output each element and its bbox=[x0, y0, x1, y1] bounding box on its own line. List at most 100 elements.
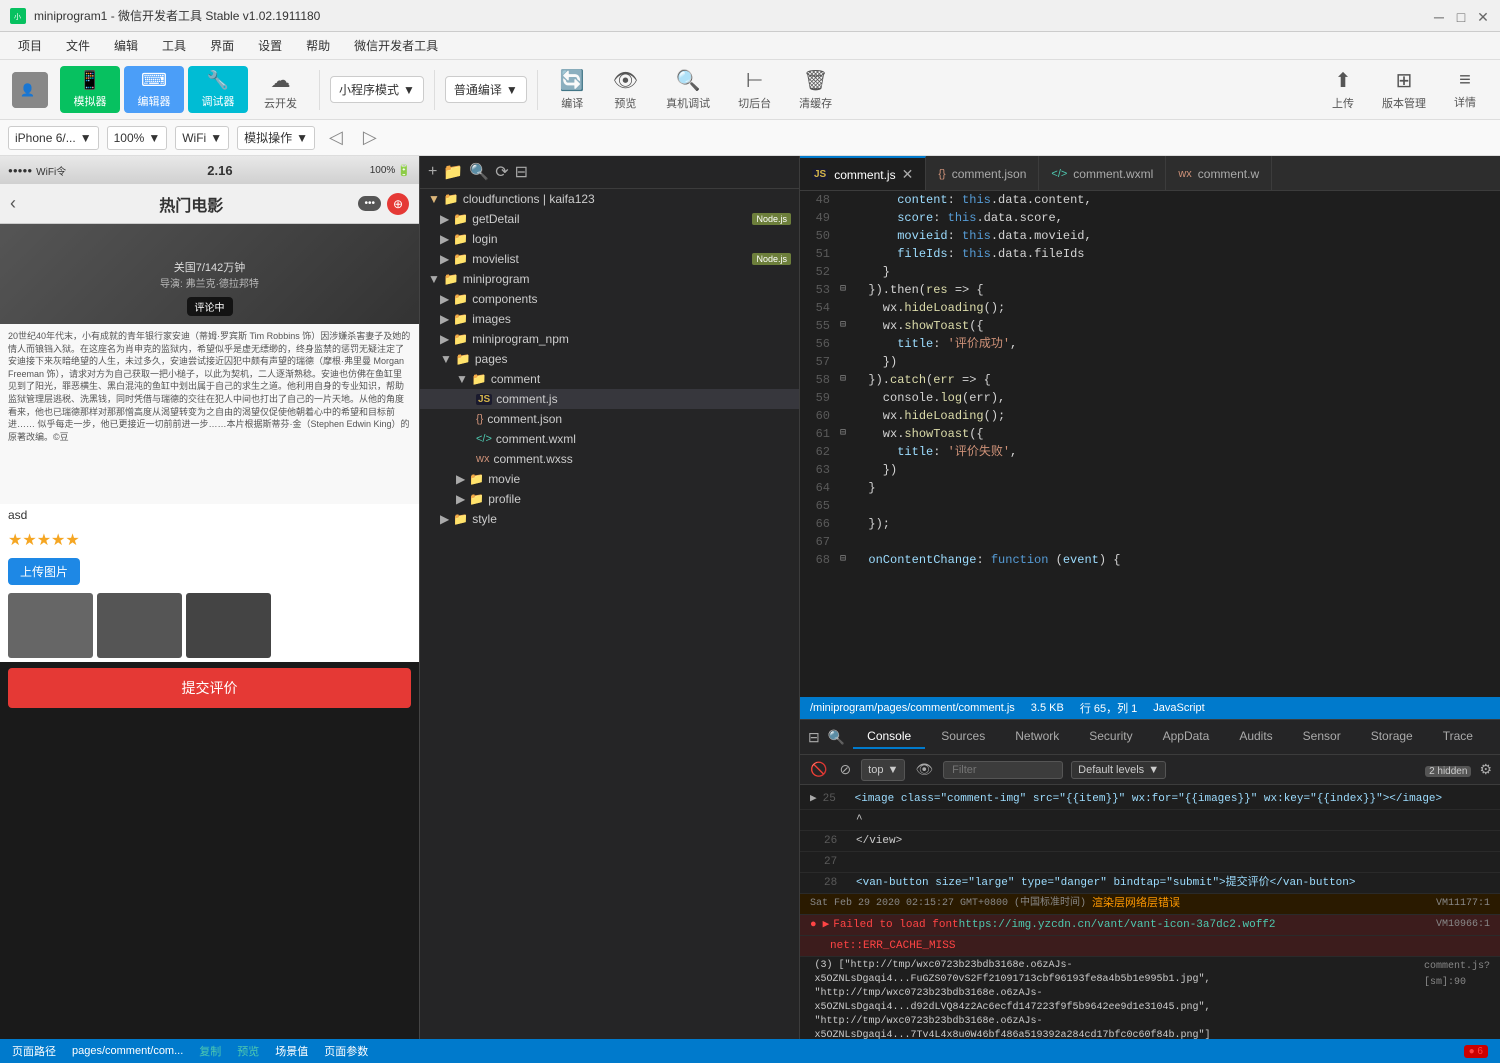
tab-trace[interactable]: Trace bbox=[1429, 725, 1487, 749]
maximize-button[interactable]: □ bbox=[1454, 9, 1468, 23]
hidden-badge: 2 hidden bbox=[1425, 766, 1471, 777]
file-comment-wxss[interactable]: wx comment.wxss bbox=[420, 449, 799, 469]
upload-button[interactable]: ⬆ 上传 bbox=[1320, 64, 1366, 115]
tab-comment-wxml[interactable]: </> comment.wxml bbox=[1039, 156, 1166, 191]
add-file-btn[interactable]: + bbox=[428, 163, 437, 181]
eye-icon[interactable]: 👁 bbox=[913, 759, 935, 780]
mode-dropdown[interactable]: 小程序模式 ▼ bbox=[330, 76, 424, 103]
file-components[interactable]: ▶ 📁 components bbox=[420, 289, 799, 309]
real-debug-button[interactable]: 🔍 真机调试 bbox=[654, 64, 722, 115]
collapse-files-btn[interactable]: ⊟ bbox=[515, 162, 528, 182]
prev-page-btn[interactable]: ◁ bbox=[323, 125, 349, 150]
debug-button[interactable]: 🔧 调试器 bbox=[188, 66, 248, 113]
clear-console-btn[interactable]: 🚫 bbox=[808, 759, 829, 780]
detail-icon: ≡ bbox=[1459, 69, 1471, 92]
file-movielist[interactable]: ▶ 📁 movielist Node.js bbox=[420, 249, 799, 269]
window-controls[interactable]: ─ □ ✕ bbox=[1432, 9, 1490, 23]
star-rating: ★★★★★ bbox=[0, 526, 419, 554]
font-url[interactable]: https://img.yzcdn.cn/vant/vant-icon-3a7d… bbox=[959, 917, 1276, 933]
minimize-button[interactable]: ─ bbox=[1432, 9, 1446, 23]
miniprogram-folder[interactable]: ▼ 📁 miniprogram bbox=[420, 269, 799, 289]
cut-bg-button[interactable]: ⊢ 切后台 bbox=[726, 64, 783, 115]
compile-button[interactable]: 🔄 编译 bbox=[548, 64, 597, 115]
code-line-60: 60 wx.hideLoading(); bbox=[800, 407, 1500, 425]
sim-ops-dropdown[interactable]: 模拟操作 ▼ bbox=[237, 126, 315, 150]
cloud-button[interactable]: ☁ 云开发 bbox=[252, 64, 309, 115]
tab-comment-json[interactable]: {} comment.json bbox=[926, 156, 1039, 191]
devtools-inspect[interactable]: 🔍 bbox=[828, 729, 845, 746]
submit-button[interactable]: 提交评价 bbox=[8, 668, 411, 708]
file-pages[interactable]: ▼ 📁 pages bbox=[420, 349, 799, 369]
tab-network[interactable]: Network bbox=[1001, 725, 1073, 749]
file-login[interactable]: ▶ 📁 login bbox=[420, 229, 799, 249]
login-label: login bbox=[472, 232, 497, 246]
clear-cache-button[interactable]: 🗑 清缓存 bbox=[787, 64, 844, 115]
root-folder[interactable]: ▼ 📁 cloudfunctions | kaifa123 bbox=[420, 189, 799, 209]
upload-button[interactable]: 上传图片 bbox=[8, 558, 80, 585]
tab-close-icon[interactable]: ✕ bbox=[902, 166, 914, 183]
preview-btn[interactable]: 预览 bbox=[237, 1043, 259, 1059]
file-comment-js[interactable]: JS comment.js bbox=[420, 389, 799, 409]
menu-edit[interactable]: 编辑 bbox=[104, 33, 148, 58]
tab-sensor[interactable]: Sensor bbox=[1289, 725, 1355, 749]
tab-storage[interactable]: Storage bbox=[1357, 725, 1427, 749]
devtools-toggle[interactable]: ⊟ bbox=[808, 729, 820, 746]
network-dropdown[interactable]: WiFi ▼ bbox=[175, 126, 229, 150]
menu-tools[interactable]: 工具 bbox=[152, 33, 196, 58]
search-files-btn[interactable]: 🔍 bbox=[469, 162, 489, 182]
tab-wxml[interactable]: Wxml bbox=[1489, 725, 1500, 749]
menu-interface[interactable]: 界面 bbox=[200, 33, 244, 58]
expand-arrow[interactable]: ▶ bbox=[810, 791, 817, 807]
console-settings-btn[interactable]: ⚙ bbox=[1479, 761, 1492, 778]
file-movie[interactable]: ▶ 📁 movie bbox=[420, 469, 799, 489]
stars[interactable]: ★★★★★ bbox=[8, 532, 80, 549]
menu-help[interactable]: 帮助 bbox=[296, 33, 340, 58]
menu-wechat-devtools[interactable]: 微信开发者工具 bbox=[344, 33, 448, 58]
next-page-btn[interactable]: ▷ bbox=[357, 125, 383, 150]
expand-arrow-2[interactable]: ▶ bbox=[823, 917, 830, 933]
menu-file[interactable]: 文件 bbox=[56, 33, 100, 58]
simulator-button[interactable]: 📱 模拟器 bbox=[60, 66, 120, 113]
refresh-files-btn[interactable]: ⟳ bbox=[495, 162, 508, 182]
log-level-select[interactable]: Default levels ▼ bbox=[1071, 761, 1166, 779]
miniprogram-label: miniprogram bbox=[463, 272, 530, 286]
tab-audits[interactable]: Audits bbox=[1225, 725, 1286, 749]
file-profile[interactable]: ▶ 📁 profile bbox=[420, 489, 799, 509]
device-dropdown[interactable]: iPhone 6/... ▼ bbox=[8, 126, 99, 150]
file-miniprogram-npm[interactable]: ▶ 📁 miniprogram_npm bbox=[420, 329, 799, 349]
tab-comment-js[interactable]: JS comment.js ✕ bbox=[800, 156, 926, 191]
tab-security[interactable]: Security bbox=[1075, 725, 1146, 749]
array-link[interactable]: comment.js? [sm]:90 bbox=[1424, 959, 1490, 991]
error-link-1[interactable]: VM11177:1 bbox=[1436, 896, 1490, 912]
detail-button[interactable]: ≡ 详情 bbox=[1442, 65, 1488, 114]
version-button[interactable]: ⊞ 版本管理 bbox=[1370, 64, 1438, 115]
phone-input-text[interactable]: asd bbox=[8, 508, 411, 522]
file-getdetail[interactable]: ▶ 📁 getDetail Node.js bbox=[420, 209, 799, 229]
file-comment-json[interactable]: {} comment.json bbox=[420, 409, 799, 429]
preview-button[interactable]: 👁 预览 bbox=[601, 64, 650, 115]
menu-project[interactable]: 项目 bbox=[8, 33, 52, 58]
editor-button[interactable]: ⌨ 编辑器 bbox=[124, 66, 184, 113]
console-filter-toggle[interactable]: ⊘ bbox=[837, 759, 853, 780]
tab-console[interactable]: Console bbox=[853, 725, 925, 749]
file-style[interactable]: ▶ 📁 style bbox=[420, 509, 799, 529]
more-icon[interactable]: ••• bbox=[358, 196, 381, 211]
level-chevron: ▼ bbox=[1148, 764, 1159, 776]
file-comment-wxml[interactable]: </> comment.wxml bbox=[420, 429, 799, 449]
tab-sources[interactable]: Sources bbox=[927, 725, 999, 749]
add-folder-btn[interactable]: 📁 bbox=[443, 162, 463, 182]
zoom-dropdown[interactable]: 100% ▼ bbox=[107, 126, 168, 150]
compile-dropdown[interactable]: 普通编译 ▼ bbox=[445, 76, 527, 103]
tab-wxss-icon: wx bbox=[1178, 168, 1191, 180]
copy-btn[interactable]: 复制 bbox=[199, 1043, 221, 1059]
file-images[interactable]: ▶ 📁 images bbox=[420, 309, 799, 329]
console-filter-input[interactable] bbox=[943, 761, 1063, 779]
share-icon[interactable]: ⊕ bbox=[387, 193, 409, 215]
tab-appdata[interactable]: AppData bbox=[1149, 725, 1224, 749]
close-button[interactable]: ✕ bbox=[1476, 9, 1490, 23]
context-select[interactable]: top ▼ bbox=[861, 759, 905, 781]
menu-settings[interactable]: 设置 bbox=[248, 33, 292, 58]
file-comment-folder[interactable]: ▼ 📁 comment bbox=[420, 369, 799, 389]
tab-comment-w[interactable]: wx comment.w bbox=[1166, 156, 1272, 191]
back-icon[interactable]: ‹ bbox=[10, 193, 16, 214]
